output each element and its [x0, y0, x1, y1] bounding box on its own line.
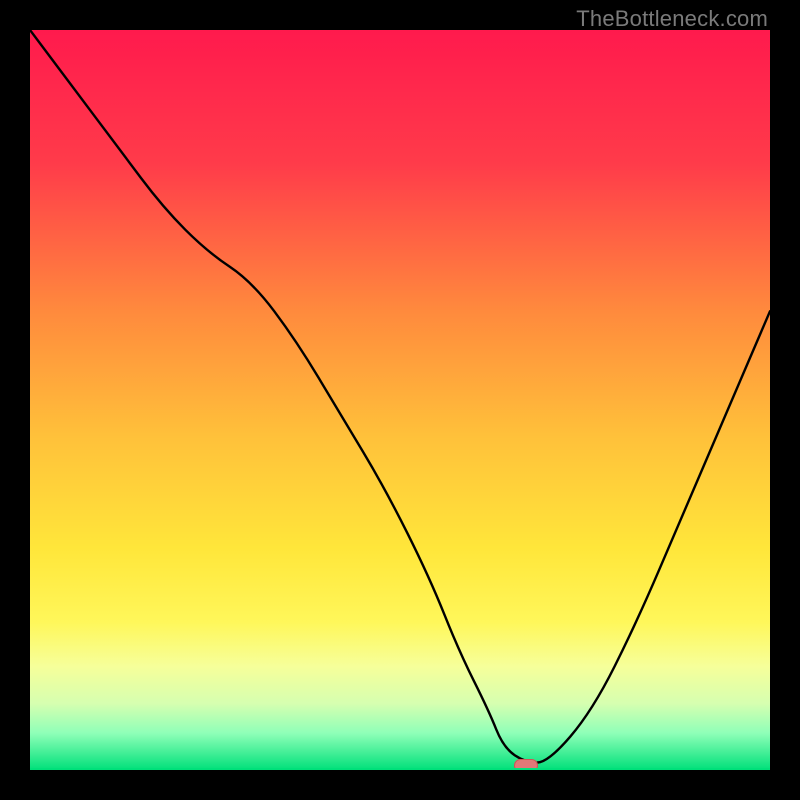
- chart-frame: TheBottleneck.com: [0, 0, 800, 800]
- baseline: [30, 768, 770, 770]
- plot-area: [30, 30, 770, 770]
- bottleneck-curve: [30, 30, 770, 770]
- watermark-text: TheBottleneck.com: [576, 6, 768, 32]
